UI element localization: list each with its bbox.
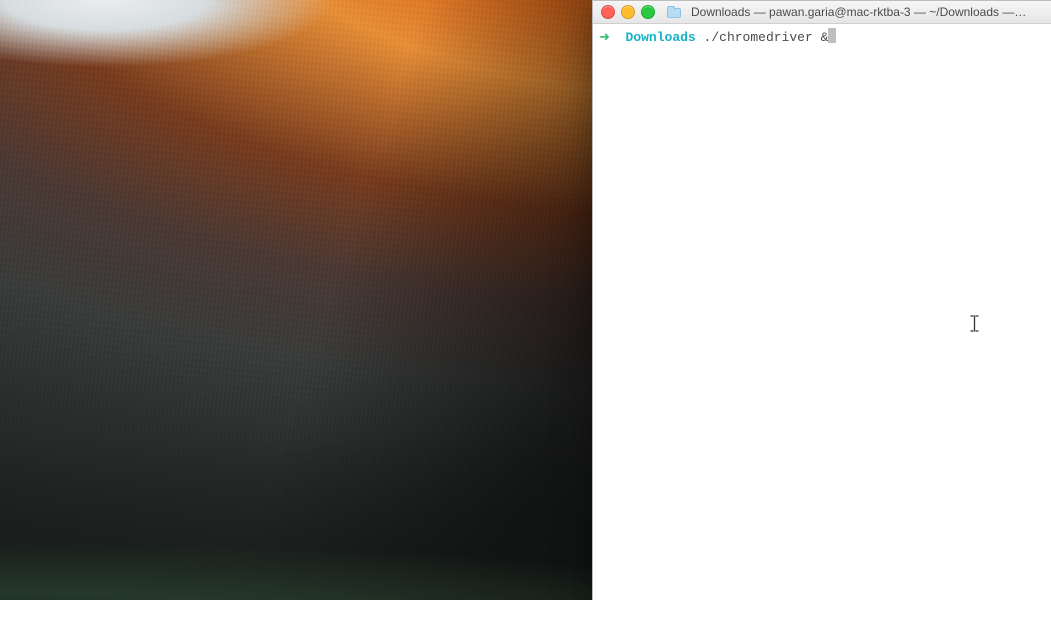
folder-icon: [667, 6, 681, 18]
prompt-arrow-icon: ➜: [599, 30, 610, 45]
window-minimize-button[interactable]: [621, 5, 635, 19]
titlebar[interactable]: Downloads — pawan.garia@mac-rktba-3 — ~/…: [593, 0, 1051, 24]
prompt-cwd: Downloads: [626, 30, 696, 45]
desktop: Downloads — pawan.garia@mac-rktba-3 — ~/…: [0, 0, 1051, 622]
terminal-cursor: [828, 28, 836, 43]
canvas-edge: [0, 600, 1051, 622]
text-cursor-icon: [970, 315, 979, 332]
prompt-command: ./chromedriver &: [704, 30, 829, 45]
window-title: Downloads — pawan.garia@mac-rktba-3 — ~/…: [691, 5, 1044, 19]
prompt-line: ➜ Downloads ./chromedriver &: [599, 30, 836, 45]
terminal-window[interactable]: Downloads — pawan.garia@mac-rktba-3 — ~/…: [592, 0, 1051, 601]
window-close-button[interactable]: [601, 5, 615, 19]
window-zoom-button[interactable]: [641, 5, 655, 19]
terminal-body[interactable]: ➜ Downloads ./chromedriver &: [593, 24, 1051, 600]
